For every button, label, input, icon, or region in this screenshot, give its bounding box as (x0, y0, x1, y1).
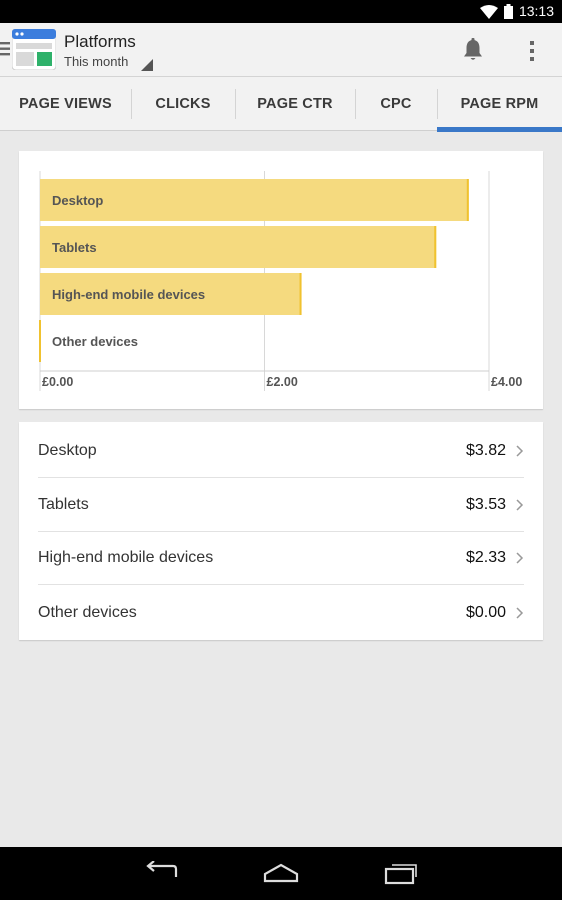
bar[interactable] (40, 226, 437, 268)
list-item-value: $3.53 (465, 496, 506, 513)
x-tick-label: £4.00 (491, 375, 522, 389)
bar-category-label: Desktop (52, 193, 103, 208)
list-item[interactable]: Other devices $0.00 (38, 586, 524, 639)
list-item-label: Tablets (38, 496, 89, 513)
list-item-value: $2.33 (465, 549, 506, 566)
status-bar: 13:13 (0, 0, 562, 23)
x-tick-label: £2.00 (267, 375, 298, 389)
chevron-right-icon (516, 552, 524, 564)
bar-chart: Desktop Tablets High-end mobile devices Oth… (39, 171, 522, 391)
chart-card: Desktop Tablets High-end mobile devices Oth… (19, 151, 543, 409)
list-item[interactable]: Tablets $3.53 (38, 479, 524, 532)
recent-apps-icon[interactable] (384, 861, 418, 885)
date-range-selector[interactable]: This month (64, 54, 128, 69)
wifi-icon (479, 4, 498, 19)
dropdown-corner-icon[interactable] (141, 59, 153, 71)
bar-category-label: Tablets (52, 240, 97, 255)
platform-list: Desktop $3.82 Tablets $3.53 High-end mob… (19, 422, 543, 640)
bell-icon[interactable] (462, 38, 484, 62)
adsense-app-icon[interactable] (12, 29, 56, 70)
list-item-label: Desktop (38, 442, 97, 459)
x-tick-label: £0.00 (42, 375, 73, 389)
chevron-right-icon (516, 445, 524, 457)
bar-edge (39, 320, 41, 362)
tab-page-views[interactable]: PAGE VIEWS (0, 77, 131, 131)
list-item[interactable]: High-end mobile devices $2.33 (38, 532, 524, 585)
tab-clicks[interactable]: CLICKS (131, 77, 235, 131)
tab-page-rpm[interactable]: PAGE RPM (437, 77, 562, 132)
battery-icon (503, 4, 513, 19)
list-item[interactable]: Desktop $3.82 (38, 425, 524, 478)
bar-edge (299, 273, 302, 315)
home-icon[interactable] (263, 861, 299, 885)
back-icon[interactable] (145, 861, 179, 885)
tab-page-ctr[interactable]: PAGE CTR (235, 77, 355, 131)
bar[interactable] (40, 179, 469, 221)
chevron-right-icon (516, 606, 524, 619)
bar-edge (466, 179, 469, 221)
list-item-value: $3.82 (465, 442, 506, 459)
list-item-value: $0.00 (465, 603, 506, 621)
app-bar: Platforms This month (0, 23, 562, 77)
metric-tabs: PAGE VIEWS CLICKS PAGE CTR CPC PAGE RPM (0, 77, 562, 132)
list-item-label: High-end mobile devices (38, 549, 214, 566)
system-nav-bar (0, 847, 562, 900)
list-item-label: Other devices (38, 603, 137, 621)
chevron-right-icon (516, 499, 524, 511)
clock: 13:13 (518, 3, 554, 19)
page-title: Platforms (64, 32, 136, 51)
bar-edge (434, 226, 437, 268)
tab-cpc[interactable]: CPC (355, 77, 437, 131)
bar-category-label: Other devices (52, 334, 138, 349)
bar-category-label: High-end mobile devices (52, 287, 205, 302)
overflow-menu-icon[interactable] (526, 39, 538, 63)
drawer-indicator-icon[interactable] (0, 42, 10, 56)
